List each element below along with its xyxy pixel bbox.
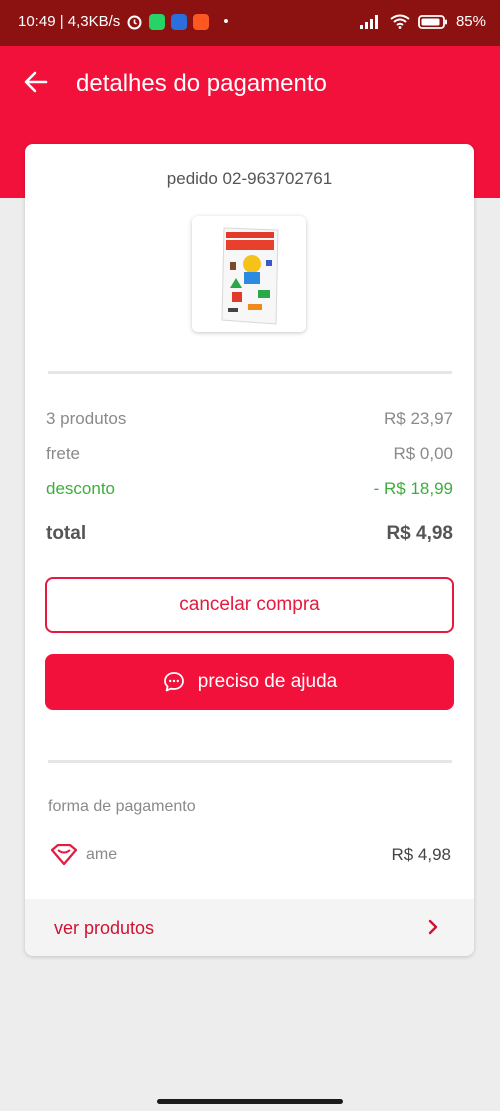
products-value: R$ 23,97 (384, 409, 453, 428)
home-indicator[interactable] (157, 1099, 343, 1104)
discount-label: desconto (46, 479, 115, 498)
chat-bubble-icon (163, 672, 184, 692)
order-id: pedido 02-963702761 (166, 169, 333, 188)
payment-details-card: pedido 02-963702761 3 produtos R$ 23,97 … (25, 144, 474, 956)
back-arrow-icon[interactable] (22, 68, 50, 96)
status-dot: • (223, 13, 229, 30)
shopping-app-icon (193, 13, 210, 30)
products-subtotal-row: 3 produtos R$ 23,97 (46, 409, 453, 429)
status-bar-right: 85% (359, 13, 486, 30)
settings-app-icon (171, 13, 188, 30)
ame-heart-icon (50, 844, 78, 866)
signal-icon (359, 14, 378, 29)
product-thumbnail[interactable] (192, 216, 306, 332)
divider (48, 371, 452, 374)
alarm-icon (127, 15, 142, 30)
whatsapp-icon (149, 13, 166, 30)
chevron-right-icon (428, 919, 438, 935)
battery-level: 85% (455, 13, 486, 30)
payment-amount: R$ 4,98 (391, 845, 451, 864)
status-bar-left: 10:49 | 4,3KB/s • (18, 13, 229, 30)
total-value: R$ 4,98 (386, 523, 453, 544)
see-products-label: ver produtos (54, 918, 155, 938)
payment-method-name: ame (86, 846, 118, 863)
product-image (221, 227, 279, 325)
shipping-value: R$ 0,00 (393, 444, 453, 463)
payment-method-heading: forma de pagamento (48, 798, 196, 815)
help-label: preciso de ajuda (197, 671, 338, 692)
discount-value: - R$ 18,99 (373, 479, 453, 498)
cancel-purchase-button[interactable]: cancelar compra (45, 577, 454, 633)
total-label: total (46, 523, 87, 544)
cancel-purchase-label: cancelar compra (179, 594, 320, 615)
help-button[interactable]: preciso de ajuda (45, 654, 454, 710)
products-label: 3 produtos (46, 409, 127, 428)
discount-row: desconto - R$ 18,99 (46, 479, 453, 499)
see-products-link[interactable]: ver produtos (25, 899, 474, 956)
shipping-label: frete (46, 444, 81, 463)
total-row: total R$ 4,98 (46, 523, 453, 545)
payment-method-row: ame R$ 4,98 (50, 844, 451, 866)
status-time: 10:49 | 4,3KB/s (18, 13, 121, 30)
shipping-row: frete R$ 0,00 (46, 444, 453, 464)
battery-icon (418, 14, 447, 29)
wifi-icon (390, 14, 410, 29)
divider (48, 760, 452, 763)
payment-method: ame (50, 844, 117, 866)
page-title: detalhes do pagamento (76, 70, 327, 97)
status-bar: 10:49 | 4,3KB/s • 85% (0, 0, 500, 46)
